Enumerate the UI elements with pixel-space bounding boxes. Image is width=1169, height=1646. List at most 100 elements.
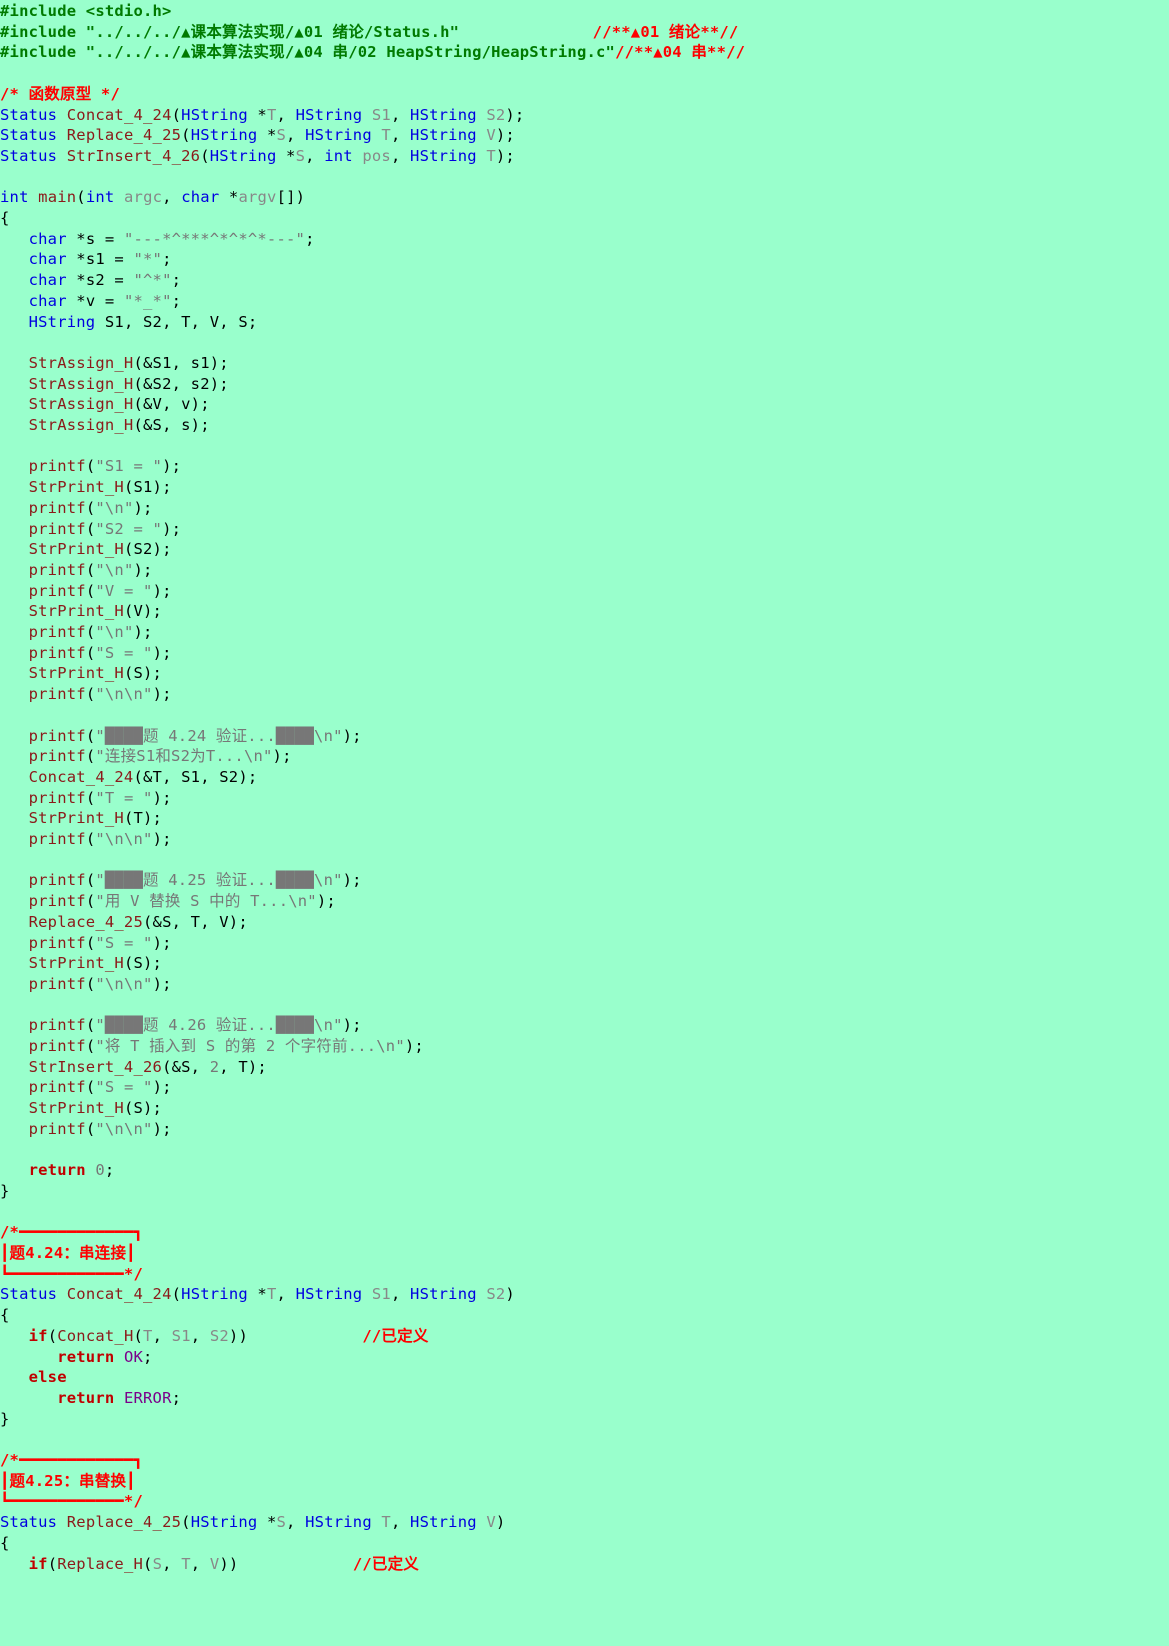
code-line: Concat_4_24(&T, S1, S2);: [0, 767, 258, 789]
code-token: Concat_4_24: [66, 1285, 172, 1304]
code-token: HString: [305, 126, 372, 145]
code-token: StrAssign_H: [28, 353, 134, 372]
code-token: Status: [0, 1285, 58, 1304]
code-token: "S = ": [95, 933, 153, 952]
code-token: #include <stdio.h>: [0, 2, 172, 20]
code-token: *s =: [66, 229, 124, 248]
code-editor[interactable]: #include <stdio.h> #include "../../../▲课本…: [0, 0, 1169, 1646]
code-token: *v =: [66, 291, 124, 310]
code-token: []): [276, 188, 306, 207]
code-token: );: [272, 747, 292, 766]
code-token: Replace_H: [57, 1554, 144, 1573]
code-token: "S1 = ": [95, 457, 163, 476]
code-token: ,: [305, 146, 325, 165]
code-line: if(Replace_H(S, T, V)) //已定义: [0, 1554, 419, 1576]
code-token: ,: [190, 1326, 210, 1345]
code-token: int: [0, 188, 29, 207]
code-line: StrPrint_H(S1);: [0, 477, 172, 499]
code-token: ;: [162, 250, 172, 269]
code-token: #include "../../../▲课本算法实现/▲04 串/02 Heap…: [0, 43, 616, 62]
code-token: }: [0, 1181, 10, 1200]
code-token: );: [342, 726, 362, 745]
code-token: StrPrint_H: [28, 954, 124, 973]
code-token: ;: [104, 1161, 115, 1180]
code-token: HString: [28, 312, 96, 331]
code-token: S1, S2, T, V, S;: [95, 312, 258, 331]
code-token: StrPrint_H: [28, 809, 124, 828]
code-token: ,: [190, 1554, 210, 1573]
code-token: S: [276, 1513, 287, 1532]
code-token: (&T, S1, S2);: [133, 767, 258, 786]
code-token: printf: [28, 933, 86, 952]
code-token: "*_*": [123, 291, 172, 310]
code-token: (: [133, 1326, 144, 1345]
code-token: printf: [28, 1119, 86, 1138]
code-token: ,: [390, 1285, 411, 1304]
code-token: Concat_4_24: [66, 105, 172, 124]
code-token: printf: [28, 726, 86, 745]
code-token: (: [85, 519, 96, 538]
code-token: V: [486, 126, 496, 145]
code-token: S2: [486, 1285, 506, 1304]
code-line: printf("S = ");: [0, 1077, 172, 1099]
code-token: (: [85, 788, 96, 807]
code-token: /* 函数原型 */: [0, 84, 120, 103]
code-token: );: [152, 830, 172, 848]
code-token: S1: [371, 1285, 391, 1304]
code-token: )): [228, 1326, 363, 1345]
code-token: printf: [28, 1037, 86, 1055]
code-token: printf: [28, 498, 86, 517]
code-line: {: [0, 1305, 10, 1327]
code-token: StrAssign_H: [28, 416, 134, 434]
code-token: S: [276, 126, 287, 145]
code-line: StrPrint_H(T);: [0, 808, 162, 830]
code-token: (S);: [123, 1099, 163, 1118]
code-token: T: [181, 1554, 191, 1573]
code-token: ): [495, 1513, 506, 1532]
code-line: printf("\n");: [0, 622, 153, 644]
code-token: (V);: [123, 602, 163, 621]
code-line: printf("\n\n");: [0, 1119, 172, 1141]
code-token: HString: [410, 146, 477, 165]
code-token: {: [0, 209, 10, 227]
code-token: "\n": [95, 623, 134, 641]
code-token: (: [85, 623, 96, 641]
code-token: ;: [171, 271, 182, 290]
code-token: );: [152, 643, 172, 662]
code-token: );: [152, 933, 172, 952]
code-token: );: [152, 974, 172, 993]
code-token: char: [28, 250, 67, 269]
code-line: StrPrint_H(S);: [0, 1098, 162, 1120]
code-token: StrPrint_H: [28, 478, 124, 497]
code-token: ┃题4.25：串替换┃: [0, 1471, 136, 1490]
code-line: Status Replace_4_25(HString *S, HString …: [0, 1512, 505, 1534]
code-line: printf("████题 4.25 验证...████\n");: [0, 870, 362, 892]
code-token: (: [76, 188, 86, 207]
code-token: main: [38, 188, 77, 207]
code-token: (: [85, 974, 96, 993]
code-line: StrInsert_4_26(&S, 2, T);: [0, 1057, 267, 1079]
code-line: printf("\n\n");: [0, 684, 172, 706]
code-token: HString: [305, 1513, 372, 1532]
code-line: Status Concat_4_24(HString *T, HString S…: [0, 1284, 515, 1306]
code-line: #include "../../../▲课本算法实现/▲01 绪论/Status…: [0, 22, 738, 44]
code-token: HString: [181, 1285, 248, 1304]
code-line: ┗━━━━━━━━━━━━*/: [0, 1264, 143, 1286]
code-line: printf("S1 = ");: [0, 456, 181, 478]
code-line: printf("连接S1和S2为T...\n");: [0, 746, 292, 768]
code-token: )): [219, 1554, 353, 1573]
